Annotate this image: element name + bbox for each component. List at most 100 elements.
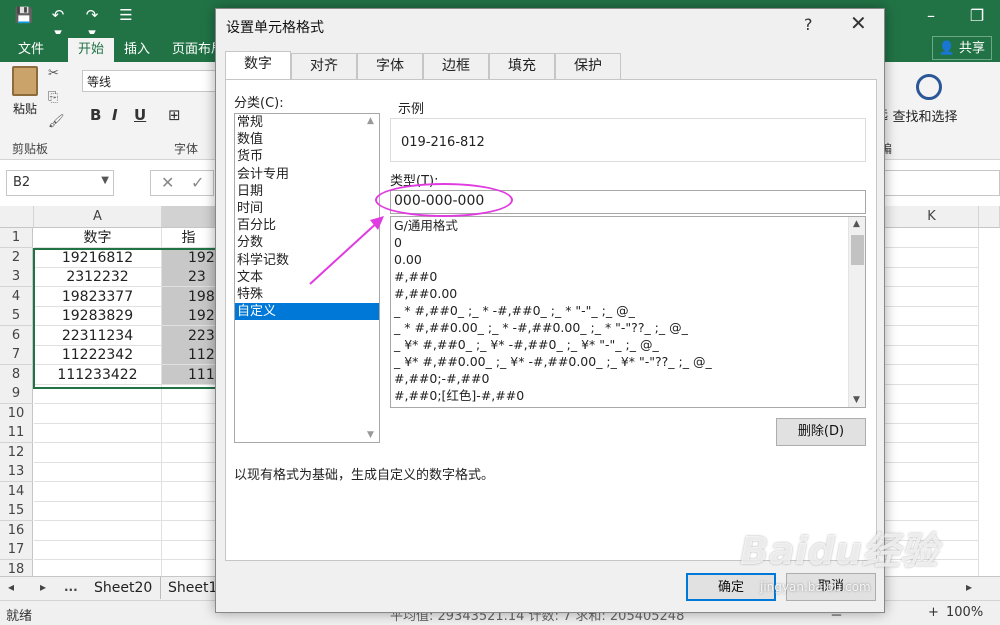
row-header[interactable]: 5 bbox=[0, 306, 33, 326]
formula-input[interactable] bbox=[884, 170, 1000, 196]
cell-k[interactable] bbox=[885, 267, 979, 287]
cell-a[interactable] bbox=[34, 462, 162, 482]
share-button[interactable]: 👤 共享 bbox=[931, 36, 992, 60]
format-list-scrollbar[interactable]: ▲ ▼ bbox=[848, 217, 865, 407]
category-item[interactable]: 自定义 bbox=[235, 303, 379, 321]
scroll-down-icon[interactable]: ▼ bbox=[367, 430, 374, 440]
paste-button[interactable]: 粘贴 bbox=[8, 66, 42, 117]
cell-k[interactable] bbox=[885, 345, 979, 365]
category-item[interactable]: 日期 bbox=[235, 183, 379, 200]
row-header[interactable]: 7 bbox=[0, 345, 33, 365]
cell-a[interactable]: 19283829 bbox=[34, 306, 162, 326]
tab-home[interactable]: 开始 bbox=[68, 38, 115, 62]
row-header[interactable]: 10 bbox=[0, 403, 33, 424]
cell-b[interactable] bbox=[162, 481, 216, 502]
underline-button[interactable]: U bbox=[134, 106, 146, 124]
cell-a[interactable]: 11222342 bbox=[34, 345, 162, 365]
category-item[interactable]: 会计专用 bbox=[235, 166, 379, 183]
row-header[interactable]: 11 bbox=[0, 423, 33, 443]
format-code-item[interactable]: _ * #,##0.00_ ;_ * -#,##0.00_ ;_ * "-"??… bbox=[391, 319, 865, 336]
cell-k[interactable] bbox=[885, 481, 979, 502]
cut-icon[interactable]: ✂ bbox=[48, 66, 59, 81]
cell-b[interactable]: 192 bbox=[162, 247, 216, 268]
cell-k[interactable] bbox=[885, 306, 979, 326]
column-header-a[interactable]: A bbox=[34, 206, 162, 228]
format-code-item[interactable]: G/通用格式 bbox=[391, 217, 865, 234]
find-select-button[interactable]: 查找和选择 bbox=[880, 68, 970, 125]
cell-b[interactable] bbox=[162, 520, 216, 541]
scroll-down-icon[interactable]: ▼ bbox=[853, 395, 860, 405]
cell-a[interactable] bbox=[34, 540, 162, 560]
tab-insert[interactable]: 插入 bbox=[114, 38, 160, 62]
close-icon[interactable]: ✕ bbox=[850, 11, 867, 35]
cell-b[interactable] bbox=[162, 540, 216, 560]
category-item[interactable]: 货币 bbox=[235, 148, 379, 165]
scroll-right-icon[interactable]: ▸ bbox=[966, 580, 972, 594]
minimize-icon[interactable]: – bbox=[908, 0, 954, 34]
format-code-item[interactable]: 0.00 bbox=[391, 251, 865, 268]
bold-button[interactable]: B bbox=[90, 106, 101, 124]
restore-icon[interactable]: ❐ bbox=[954, 0, 1000, 34]
cell-k[interactable] bbox=[885, 501, 979, 521]
cell-k[interactable] bbox=[885, 462, 979, 482]
tab-number[interactable]: 数字 bbox=[225, 51, 291, 79]
cell-k[interactable] bbox=[885, 384, 979, 404]
cell-a[interactable] bbox=[34, 501, 162, 521]
row-header[interactable]: 16 bbox=[0, 520, 33, 541]
cell-a[interactable] bbox=[34, 442, 162, 463]
cell-a[interactable]: 22311234 bbox=[34, 325, 162, 346]
cell-k[interactable] bbox=[885, 442, 979, 463]
copy-icon[interactable]: ⎘ bbox=[48, 90, 58, 105]
row-header[interactable]: 3 bbox=[0, 267, 33, 287]
delete-button[interactable]: 删除(D) bbox=[776, 418, 866, 446]
cell-k[interactable] bbox=[885, 228, 979, 248]
cell-k[interactable] bbox=[885, 423, 979, 443]
format-code-item[interactable]: #,##0.00 bbox=[391, 285, 865, 302]
scroll-thumb[interactable] bbox=[851, 235, 864, 265]
cell-b[interactable] bbox=[162, 384, 216, 404]
cell-k[interactable] bbox=[885, 247, 979, 268]
cell-k[interactable] bbox=[885, 403, 979, 424]
cell-a[interactable]: 2312232 bbox=[34, 267, 162, 287]
row-header[interactable]: 13 bbox=[0, 462, 33, 482]
format-code-item[interactable]: _ ¥* #,##0_ ;_ ¥* -#,##0_ ;_ ¥* "-"_ ;_ … bbox=[391, 336, 865, 353]
row-header[interactable]: 15 bbox=[0, 501, 33, 521]
cell-k[interactable] bbox=[885, 286, 979, 307]
category-item[interactable]: 数值 bbox=[235, 131, 379, 148]
row-header[interactable]: 1 bbox=[0, 228, 33, 248]
format-painter-icon[interactable]: 🖌 bbox=[48, 114, 65, 129]
row-header[interactable]: 4 bbox=[0, 286, 33, 307]
tab-fill[interactable]: 填充 bbox=[489, 53, 555, 79]
cell-b[interactable]: 23 bbox=[162, 267, 216, 287]
cell-a[interactable] bbox=[34, 423, 162, 443]
sheet-tab-sheet20[interactable]: Sheet20 bbox=[86, 577, 162, 599]
cell-a[interactable]: 111233422 bbox=[34, 364, 162, 385]
cell-b[interactable]: 198 bbox=[162, 286, 216, 307]
column-header-b[interactable] bbox=[162, 206, 216, 228]
cell-b[interactable] bbox=[162, 403, 216, 424]
name-box[interactable]: B2 ▼ bbox=[6, 170, 114, 196]
tab-alignment[interactable]: 对齐 bbox=[291, 53, 357, 79]
row-header[interactable]: 9 bbox=[0, 384, 33, 404]
cell-b[interactable] bbox=[162, 501, 216, 521]
cell-b[interactable] bbox=[162, 423, 216, 443]
cancel-icon[interactable]: ✕ bbox=[161, 173, 174, 192]
scroll-up-icon[interactable]: ▲ bbox=[367, 116, 374, 126]
cell-a[interactable]: 19216812 bbox=[34, 247, 162, 268]
column-header-k[interactable]: K bbox=[885, 206, 979, 228]
italic-button[interactable]: I bbox=[112, 106, 118, 124]
tab-file[interactable]: 文件 bbox=[8, 38, 54, 62]
format-code-item[interactable]: #,##0 bbox=[391, 268, 865, 285]
cell-b[interactable]: 111 bbox=[162, 364, 216, 385]
row-header[interactable]: 14 bbox=[0, 481, 33, 502]
next-sheet-icon[interactable]: ▸ bbox=[40, 580, 46, 594]
row-header[interactable]: 12 bbox=[0, 442, 33, 463]
tab-font[interactable]: 字体 bbox=[357, 53, 423, 79]
tab-border[interactable]: 边框 bbox=[423, 53, 489, 79]
format-code-item[interactable]: 0 bbox=[391, 234, 865, 251]
row-header[interactable]: 6 bbox=[0, 325, 33, 346]
row-header[interactable]: 2 bbox=[0, 247, 33, 268]
cell-b[interactable] bbox=[162, 462, 216, 482]
category-item[interactable]: 常规 bbox=[235, 114, 379, 131]
zoom-level[interactable]: 100% bbox=[946, 605, 983, 620]
